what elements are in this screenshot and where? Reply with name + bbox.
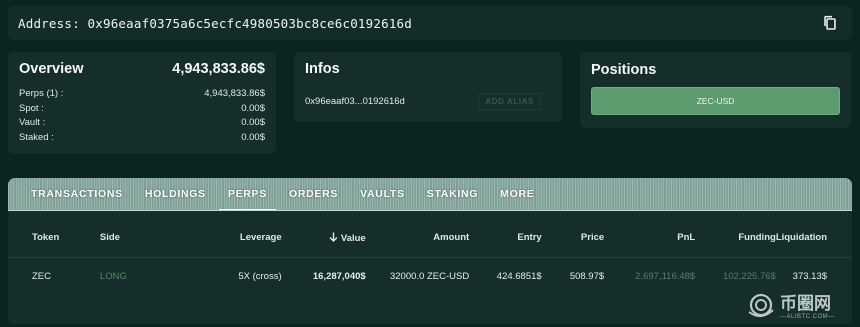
header-token[interactable]: Token [8, 211, 76, 257]
overview-row-label: Spot : [19, 102, 44, 114]
cell-token: ZEC [8, 256, 76, 295]
tab-bar: TRANSACTIONS HOLDINGS PERPS ORDERS VAULT… [8, 178, 852, 211]
cell-side: LONG [75, 256, 153, 295]
watermark: 币圈网 —ALIBTC.COM— [746, 291, 854, 323]
overview-row-spot: Spot : 0.00$ [19, 102, 265, 117]
header-liquidation[interactable]: Liquidation [776, 211, 852, 257]
cell-leverage: 5X (cross) [152, 256, 282, 295]
watermark-logo-icon [746, 291, 776, 324]
overview-row-value: 0.00$ [241, 117, 265, 128]
overview-total: 4,943,833.86$ [172, 61, 265, 77]
infos-title: Infos [305, 61, 340, 77]
positions-title: Positions [591, 62, 657, 78]
address-label: Address: [18, 15, 88, 31]
watermark-subtitle: —ALIBTC.COM— [780, 313, 835, 320]
cell-pnl: 2,697,116.48$ [604, 256, 696, 295]
overview-row-label: Staked : [19, 131, 54, 143]
tab-bar-divider [8, 210, 852, 211]
table-header-row: Token Side Leverage Value Amount Entry P… [8, 211, 852, 257]
overview-row-value: 0.00$ [241, 102, 265, 114]
tab-more[interactable]: MORE [489, 178, 545, 211]
tab-orders[interactable]: ORDERS [278, 178, 349, 211]
cell-liquidation: 373.13$ [775, 256, 852, 295]
tab-perps[interactable]: PERPS [217, 178, 278, 211]
infos-address: 0x96eaaf03...0192616d [305, 96, 405, 107]
overview-row-value: 4,943,833.86$ [204, 88, 265, 99]
cell-funding: 102,225.76$ [695, 256, 776, 295]
header-pnl[interactable]: PnL [604, 211, 695, 257]
cell-entry: 424.6851$ [469, 256, 542, 295]
position-zec-usd-button[interactable]: ZEC-USD [591, 87, 840, 115]
copy-icon[interactable] [822, 15, 838, 31]
header-amount[interactable]: Amount [366, 211, 469, 257]
overview-row-label: Vault : [19, 117, 46, 128]
header-price[interactable]: Price [542, 211, 604, 257]
address-text: Address: 0x96eaaf0375a6c5ecfc4980503bc8c… [18, 16, 412, 31]
address-bar: Address: 0x96eaaf0375a6c5ecfc4980503bc8c… [8, 6, 852, 40]
add-alias-button[interactable]: ADD ALIAS [478, 93, 541, 110]
overview-title: Overview [19, 61, 84, 77]
tab-staking[interactable]: STAKING [416, 178, 489, 211]
positions-table-panel: TRANSACTIONS HOLDINGS PERPS ORDERS VAULT… [8, 178, 852, 324]
overview-row-vault: Vault : 0.00$ [19, 116, 265, 131]
header-value[interactable]: Value [282, 211, 366, 257]
header-value-label: Value [340, 232, 366, 244]
overview-row-value: 0.00$ [241, 131, 265, 143]
cell-price: 508.97$ [541, 256, 605, 295]
overview-row-staked: Staked : 0.00$ [19, 131, 265, 146]
cell-amount: 32000.0 ZEC-USD [365, 256, 470, 295]
overview-card: Overview 4,943,833.86$ Perps (1) : 4,943… [8, 52, 276, 154]
header-leverage[interactable]: Leverage [153, 211, 282, 257]
infos-card: Infos 0x96eaaf03...0192616d ADD ALIAS [294, 52, 562, 122]
tab-holdings[interactable]: HOLDINGS [134, 178, 217, 211]
tab-transactions[interactable]: TRANSACTIONS [20, 178, 134, 211]
tab-vaults[interactable]: VAULTS [349, 178, 416, 211]
positions-card: Positions ZEC-USD [580, 52, 851, 128]
table-row[interactable]: ZEC LONG 5X (cross) 16,287,040$ 32000.0 … [8, 256, 852, 295]
header-side[interactable]: Side [76, 211, 153, 257]
overview-row-perps: Perps (1) : 4,943,833.86$ [19, 87, 265, 102]
watermark-title: 币圈网 [780, 293, 831, 313]
perps-table: Token Side Leverage Value Amount Entry P… [8, 211, 852, 295]
header-funding[interactable]: Funding [695, 211, 775, 257]
overview-row-label: Perps (1) : [19, 88, 64, 99]
cell-value: 16,287,040$ [281, 256, 366, 295]
header-entry[interactable]: Entry [469, 211, 541, 257]
arrow-down-icon [329, 232, 338, 244]
address-value: 0x96eaaf0375a6c5ecfc4980503bc8ce6c019261… [87, 15, 413, 31]
